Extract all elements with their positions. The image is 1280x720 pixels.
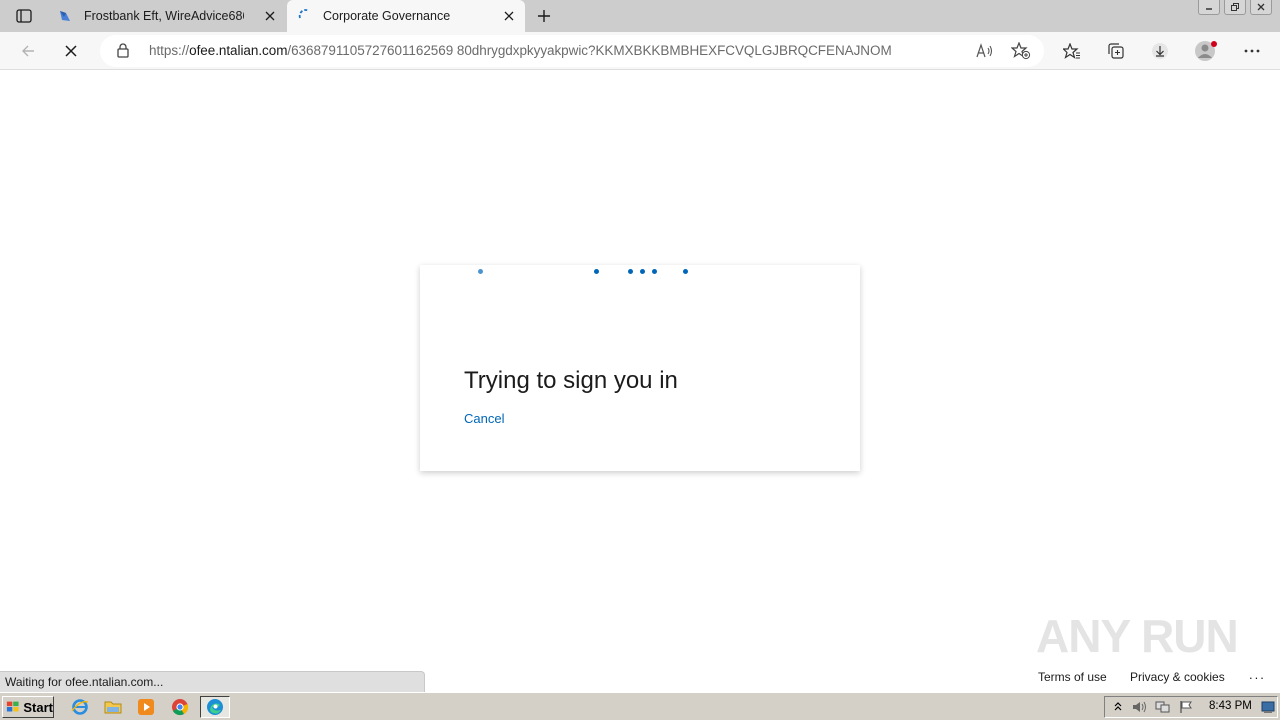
taskbar-media-player[interactable] (134, 696, 158, 718)
plus-icon (538, 10, 550, 22)
settings-more-button[interactable] (1238, 37, 1266, 65)
progress-dot (628, 269, 633, 274)
edge-icon (207, 699, 223, 715)
status-bar: Waiting for ofee.ntalian.com... (0, 671, 425, 692)
url-host: ofee.ntalian.com (189, 43, 288, 58)
tab-title: Frostbank Eft, WireAdvice686086 (84, 9, 244, 23)
tab-close-button[interactable] (262, 8, 278, 24)
tab-close-button[interactable] (501, 8, 517, 24)
start-label: Start (23, 699, 53, 715)
doc-favicon-icon (60, 11, 70, 21)
windows-logo-icon (6, 701, 19, 712)
anyrun-watermark: ANY RUN (1036, 610, 1239, 662)
tab-actions-button[interactable] (8, 4, 40, 28)
stop-loading-button[interactable] (57, 37, 85, 65)
tab-corporate-governance[interactable]: Corporate Governance (287, 0, 525, 32)
close-icon (1257, 3, 1265, 11)
close-icon (265, 11, 275, 21)
taskbar-chrome[interactable] (168, 696, 192, 718)
star-add-icon (1011, 42, 1031, 60)
loading-spinner-icon (298, 9, 310, 19)
page-content: Trying to sign you in Cancel ANY RUN Ter… (0, 71, 1280, 692)
page-title: Trying to sign you in (464, 367, 678, 394)
collections-button[interactable] (1102, 37, 1130, 65)
media-player-icon (138, 699, 154, 715)
add-favorite-button[interactable] (1009, 39, 1033, 63)
sign-in-card: Trying to sign you in Cancel (420, 265, 860, 471)
read-aloud-button[interactable] (973, 39, 997, 63)
footer-more-button[interactable]: ... (1249, 667, 1266, 682)
browser-toolbar: https://ofee.ntalian.com/636879110572760… (0, 32, 1280, 70)
back-button[interactable] (14, 37, 42, 65)
minimize-button[interactable] (1198, 0, 1220, 15)
terms-of-use-link[interactable]: Terms of use (1038, 670, 1107, 684)
url-scheme: https:// (149, 43, 190, 58)
show-hidden-icons-icon[interactable] (1113, 700, 1123, 714)
address-bar[interactable]: https://ofee.ntalian.com/636879110572760… (100, 35, 1044, 67)
progress-dot (652, 269, 657, 274)
window-close-button[interactable] (1250, 0, 1272, 15)
progress-dot (478, 269, 483, 274)
url-text: https://ofee.ntalian.com/636879110572760… (149, 43, 959, 58)
screen: Frostbank Eft, WireAdvice686086 Corporat… (0, 0, 1280, 720)
start-button[interactable]: Start (2, 696, 54, 718)
lock-icon (117, 43, 129, 58)
stop-icon (65, 45, 77, 57)
progress-dot (683, 269, 688, 274)
taskbar-edge[interactable] (200, 696, 230, 718)
progress-dot (594, 269, 599, 274)
network-icon[interactable] (1155, 700, 1173, 714)
taskbar-ie[interactable] (68, 696, 92, 718)
read-aloud-icon (976, 43, 993, 58)
avatar-icon (1195, 41, 1217, 61)
collections-icon (1108, 43, 1124, 59)
tab-title: Corporate Governance (323, 9, 451, 23)
favorites-button[interactable] (1058, 37, 1086, 65)
tab-actions-icon (16, 9, 32, 23)
restore-button[interactable] (1224, 0, 1246, 15)
clock: 8:43 PM (1209, 700, 1252, 712)
folder-icon (104, 701, 122, 714)
restore-icon (1231, 3, 1239, 11)
taskbar: Start 8:43 PM (0, 692, 1280, 720)
taskbar-explorer[interactable] (101, 696, 125, 718)
volume-icon[interactable] (1131, 700, 1149, 714)
download-icon (1152, 43, 1168, 59)
system-tray: 8:43 PM (1104, 696, 1278, 718)
progress-dot (640, 269, 645, 274)
cancel-link[interactable]: Cancel (464, 411, 504, 426)
privacy-cookies-link[interactable]: Privacy & cookies (1130, 670, 1225, 684)
back-arrow-icon (22, 45, 34, 57)
action-center-flag-icon[interactable] (1179, 700, 1195, 714)
new-tab-button[interactable] (533, 5, 555, 27)
favorites-icon (1063, 42, 1080, 59)
internet-explorer-icon (71, 699, 89, 715)
more-icon (1244, 49, 1260, 53)
downloads-button[interactable] (1146, 37, 1174, 65)
chrome-icon (172, 699, 189, 716)
close-icon (504, 11, 514, 21)
show-desktop-icon[interactable] (1261, 700, 1275, 714)
minimize-icon (1206, 8, 1212, 10)
window-controls (1198, 0, 1272, 16)
tab-frostbank[interactable]: Frostbank Eft, WireAdvice686086 (50, 0, 286, 32)
tab-strip: Frostbank Eft, WireAdvice686086 Corporat… (0, 0, 1280, 32)
url-path: /6368791105727601162569 80dhrygdxpkyyakp… (287, 43, 892, 58)
profile-button[interactable] (1192, 37, 1220, 65)
